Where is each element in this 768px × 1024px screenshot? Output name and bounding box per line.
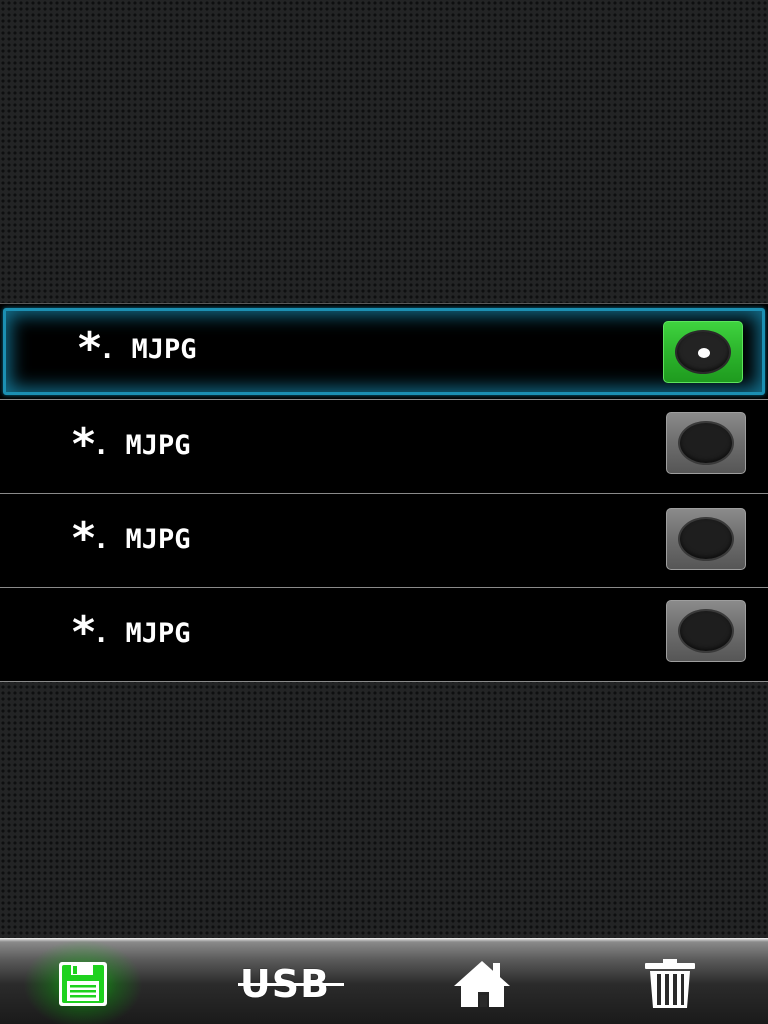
- save-button[interactable]: [23, 939, 143, 1024]
- radio-button-selected[interactable]: [663, 321, 743, 383]
- file-type-row-4[interactable]: *. MJPG: [0, 588, 768, 681]
- file-type-label: *. MJPG: [72, 423, 191, 467]
- wildcard-asterisk: *: [78, 323, 102, 374]
- delete-button[interactable]: [615, 949, 725, 1019]
- file-extension: . MJPG: [93, 523, 191, 555]
- radio-disc: [678, 609, 734, 653]
- radio-dot-icon: [698, 348, 710, 358]
- home-button[interactable]: [427, 949, 537, 1019]
- file-type-row-1[interactable]: *. MJPG: [3, 308, 765, 395]
- file-type-label: *. MJPG: [72, 517, 191, 561]
- file-type-row-3[interactable]: *. MJPG: [0, 494, 768, 587]
- radio-disc: [678, 421, 734, 465]
- file-type-label: *. MJPG: [72, 611, 191, 655]
- bottom-toolbar: USB: [0, 938, 768, 1024]
- screen: *. MJPG *. MJPG *. MJPG *. MJPG USB: [0, 0, 768, 1024]
- file-type-list: *. MJPG *. MJPG *. MJPG *. MJPG: [0, 303, 768, 682]
- wildcard-asterisk: *: [72, 419, 96, 470]
- save-icon: [59, 962, 107, 1006]
- home-icon: [454, 961, 510, 1007]
- radio-disc: [678, 517, 734, 561]
- file-extension: . MJPG: [99, 333, 197, 365]
- file-type-row-2[interactable]: *. MJPG: [0, 400, 768, 493]
- file-extension: . MJPG: [93, 617, 191, 649]
- radio-disc: [675, 330, 731, 374]
- file-type-label: *. MJPG: [78, 327, 197, 371]
- wildcard-asterisk: *: [72, 513, 96, 564]
- trash-icon: [645, 959, 695, 1008]
- wildcard-asterisk: *: [72, 607, 96, 658]
- usb-button[interactable]: USB: [230, 949, 340, 1019]
- usb-label: USB: [239, 962, 331, 1006]
- file-extension: . MJPG: [93, 429, 191, 461]
- radio-button[interactable]: [666, 600, 746, 662]
- radio-button[interactable]: [666, 412, 746, 474]
- radio-button[interactable]: [666, 508, 746, 570]
